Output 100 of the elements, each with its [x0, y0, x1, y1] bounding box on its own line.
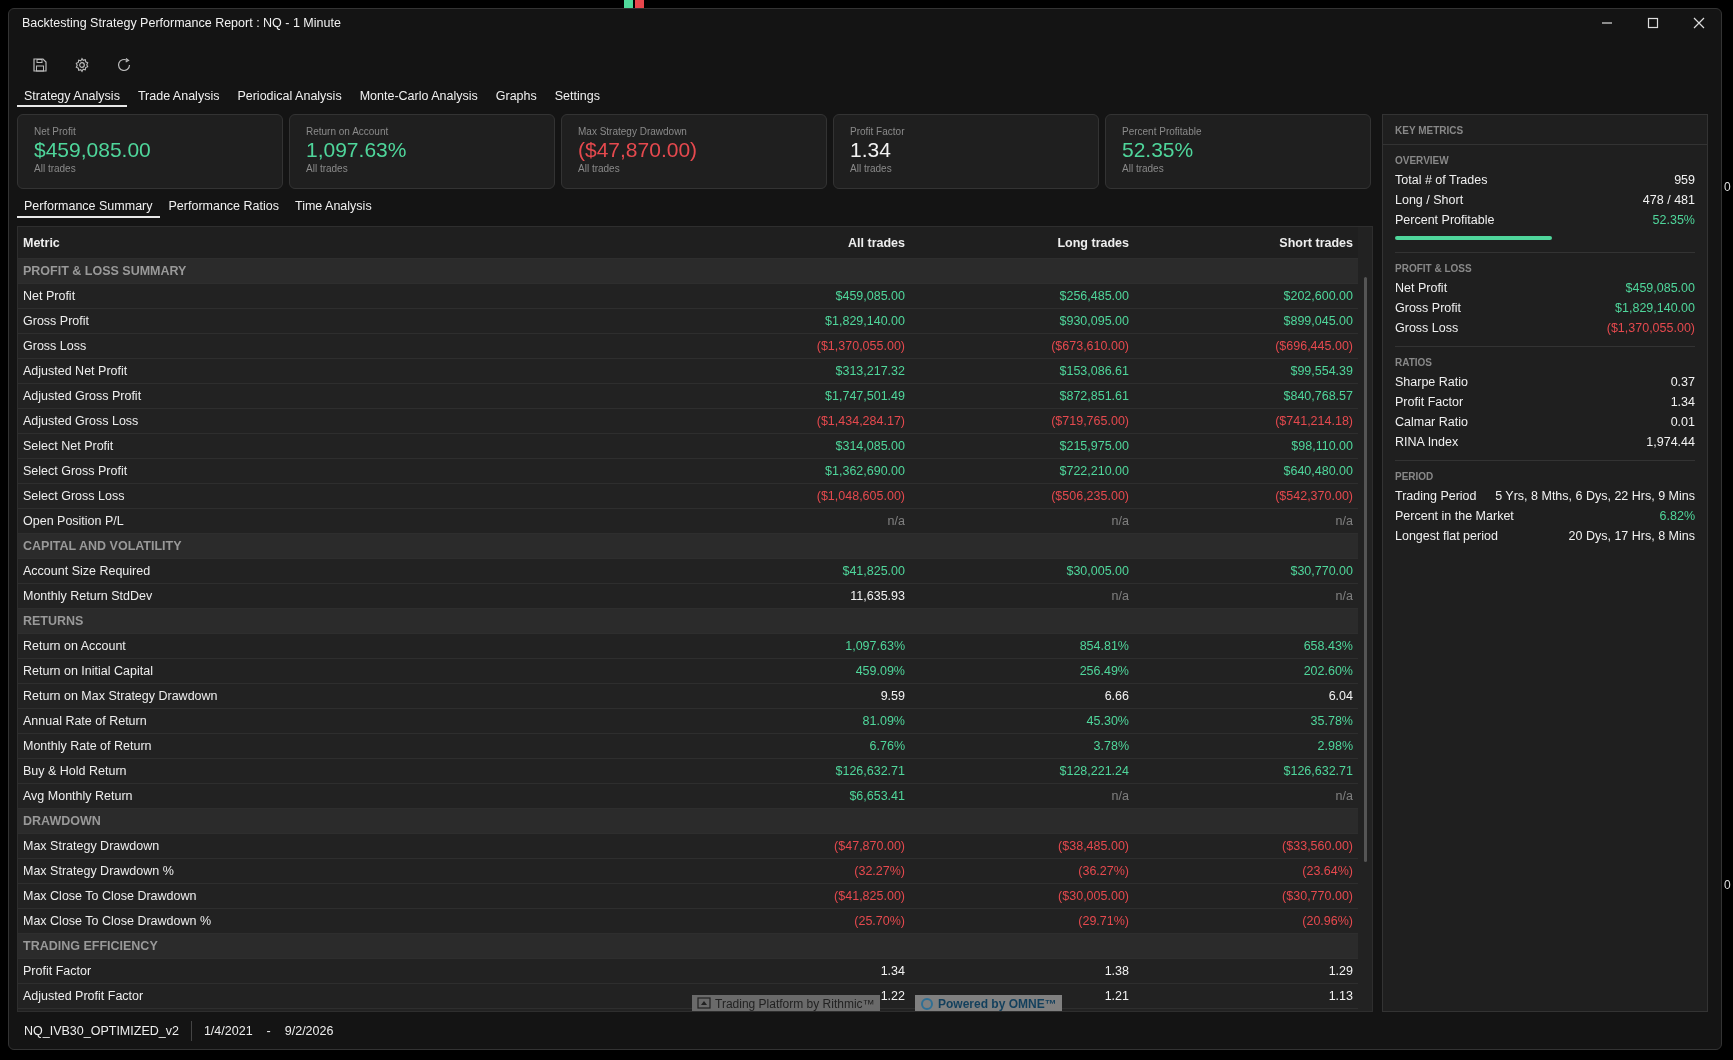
branding-text: Powered by OMNE™	[938, 997, 1057, 1012]
table-cell-text: Adjusted Net Profit	[22, 364, 129, 379]
table-cell-text: 1.34	[879, 964, 906, 979]
table-cell-text: 35.78%	[1309, 714, 1354, 729]
table-cell-text: n/a	[1110, 589, 1130, 604]
table-cell-text: $126,632.71	[834, 764, 906, 779]
table-cell-text: $1,747,501.49	[824, 389, 906, 404]
table-cell-text: $30,005.00	[1065, 564, 1130, 579]
table-cell-text: (20.96%)	[1301, 914, 1354, 929]
start-date: 1/4/2021	[203, 1023, 253, 1038]
table-cell-text: Profit Factor	[22, 964, 93, 979]
card-value: 52.35%	[1122, 137, 1195, 164]
table-cell-text: 658.43%	[1302, 639, 1354, 654]
table-cell-text: $41,825.00	[841, 564, 906, 579]
table-cell-text: Annual Rate of Return	[22, 714, 148, 729]
tab[interactable]: Monte-Carlo Analysis	[352, 87, 485, 108]
metric-label: Sharpe Ratio	[1395, 375, 1468, 390]
tab[interactable]: Trade Analysis	[130, 87, 227, 108]
metric-value: $459,085.00	[1625, 281, 1695, 296]
table-cell-text: $313,217.32	[834, 364, 906, 379]
table-cell-text: Max Close To Close Drawdown	[22, 889, 198, 904]
maximize-icon[interactable]	[1646, 15, 1660, 30]
table-cell-text: 1.38	[1103, 964, 1130, 979]
window-title: Backtesting Strategy Performance Report : NQ - 1 Minute	[21, 15, 341, 30]
table-cell-text: Monthly Return StdDev	[22, 589, 154, 604]
refresh-icon[interactable]	[116, 57, 132, 74]
table-cell-text: Open Position P/L	[22, 514, 125, 529]
table-cell-text: Avg Monthly Return	[22, 789, 134, 804]
card-note: All trades	[1122, 163, 1165, 175]
card-value: ($47,870.00)	[578, 137, 699, 164]
section-heading: RETURNS	[22, 614, 85, 629]
table-cell-text: Net Profit	[22, 289, 77, 304]
tab[interactable]: Performance Ratios	[161, 196, 286, 219]
table-cell-text: n/a	[1334, 514, 1354, 529]
close-icon[interactable]	[1692, 15, 1706, 30]
metric-value: 959	[1674, 173, 1695, 188]
metric-label: Percent in the Market	[1395, 509, 1514, 524]
table-cell-text: $899,045.00	[1282, 314, 1354, 329]
metric-label: Trading Period	[1395, 489, 1477, 504]
logo-icon	[920, 997, 934, 1012]
card-value: 1.34	[850, 137, 892, 164]
price-label: 0	[1724, 878, 1731, 892]
table-cell-text: $640,480.00	[1282, 464, 1354, 479]
metric-value: $1,829,140.00	[1615, 301, 1695, 316]
table-cell-text: (25.70%)	[853, 914, 906, 929]
metric-label: Total # of Trades	[1395, 173, 1488, 188]
table-cell-text: ($719,765.00)	[1050, 414, 1130, 429]
tab[interactable]: Time Analysis	[288, 196, 379, 219]
metric-value: 478 / 481	[1642, 193, 1695, 208]
card-label: Max Strategy Drawdown	[578, 126, 688, 138]
table-cell-text: n/a	[1334, 589, 1354, 604]
section-heading: OVERVIEW	[1395, 155, 1450, 167]
table-cell-text: 81.09%	[861, 714, 906, 729]
table-cell-text: $872,851.61	[1058, 389, 1130, 404]
table-cell-text: 6.76%	[868, 739, 906, 754]
tab[interactable]: Settings	[547, 87, 607, 108]
table-cell-text: 1,097.63%	[844, 639, 906, 654]
table-cell-text: ($1,434,284.17)	[815, 414, 906, 429]
section-heading: PROFIT & LOSS SUMMARY	[22, 264, 188, 279]
column-header: Long trades	[1056, 235, 1130, 250]
metric-value: 52.35%	[1652, 213, 1695, 228]
table-cell-text: ($33,560.00)	[1281, 839, 1354, 854]
table-cell-text: ($41,825.00)	[833, 889, 906, 904]
table-cell-text: ($673,610.00)	[1050, 339, 1130, 354]
card-label: Profit Factor	[850, 126, 906, 138]
section-heading: PROFIT & LOSS	[1395, 263, 1473, 275]
date-separator: -	[265, 1023, 272, 1038]
table-cell-text: Monthly Rate of Return	[22, 739, 153, 754]
table-cell-text: 1.29	[1327, 964, 1354, 979]
table-cell-text: $202,600.00	[1282, 289, 1354, 304]
table-cell-text: Max Strategy Drawdown	[22, 839, 161, 854]
column-header: Short trades	[1278, 235, 1354, 250]
table-cell-text: $1,829,140.00	[824, 314, 906, 329]
tab[interactable]: Periodical Analysis	[230, 87, 349, 108]
table-cell-text: $930,095.00	[1058, 314, 1130, 329]
table-cell-text: 2.98%	[1316, 739, 1354, 754]
settings-icon[interactable]	[74, 57, 90, 74]
scrollbar[interactable]	[1364, 277, 1367, 863]
table-cell-text: Return on Max Strategy Drawdown	[22, 689, 219, 704]
tab[interactable]: Performance Summary	[17, 196, 160, 219]
table-cell-text: n/a	[1334, 789, 1354, 804]
table-cell-text: $459,085.00	[834, 289, 906, 304]
metric-label: Gross Loss	[1395, 321, 1459, 336]
table-cell-text: $215,975.00	[1058, 439, 1130, 454]
card-label: Return on Account	[306, 126, 390, 138]
tab[interactable]: Strategy Analysis	[17, 87, 127, 108]
table-cell-text: Select Gross Profit	[22, 464, 129, 479]
table-cell-text: Adjusted Gross Loss	[22, 414, 140, 429]
card-note: All trades	[34, 163, 77, 175]
table-cell-text: Account Size Required	[22, 564, 152, 579]
metric-value: 6.82%	[1659, 509, 1695, 524]
save-icon[interactable]	[32, 57, 48, 74]
metric-value: 1,974.44	[1646, 435, 1695, 450]
table-cell-text: Buy & Hold Return	[22, 764, 128, 779]
tab[interactable]: Graphs	[488, 87, 544, 108]
metric-label: Long / Short	[1395, 193, 1464, 208]
table-cell-text: (29.71%)	[1077, 914, 1130, 929]
table-cell-text: Return on Initial Capital	[22, 664, 154, 679]
table-cell-text: 256.49%	[1078, 664, 1130, 679]
table-cell-text: Max Close To Close Drawdown %	[22, 914, 213, 929]
